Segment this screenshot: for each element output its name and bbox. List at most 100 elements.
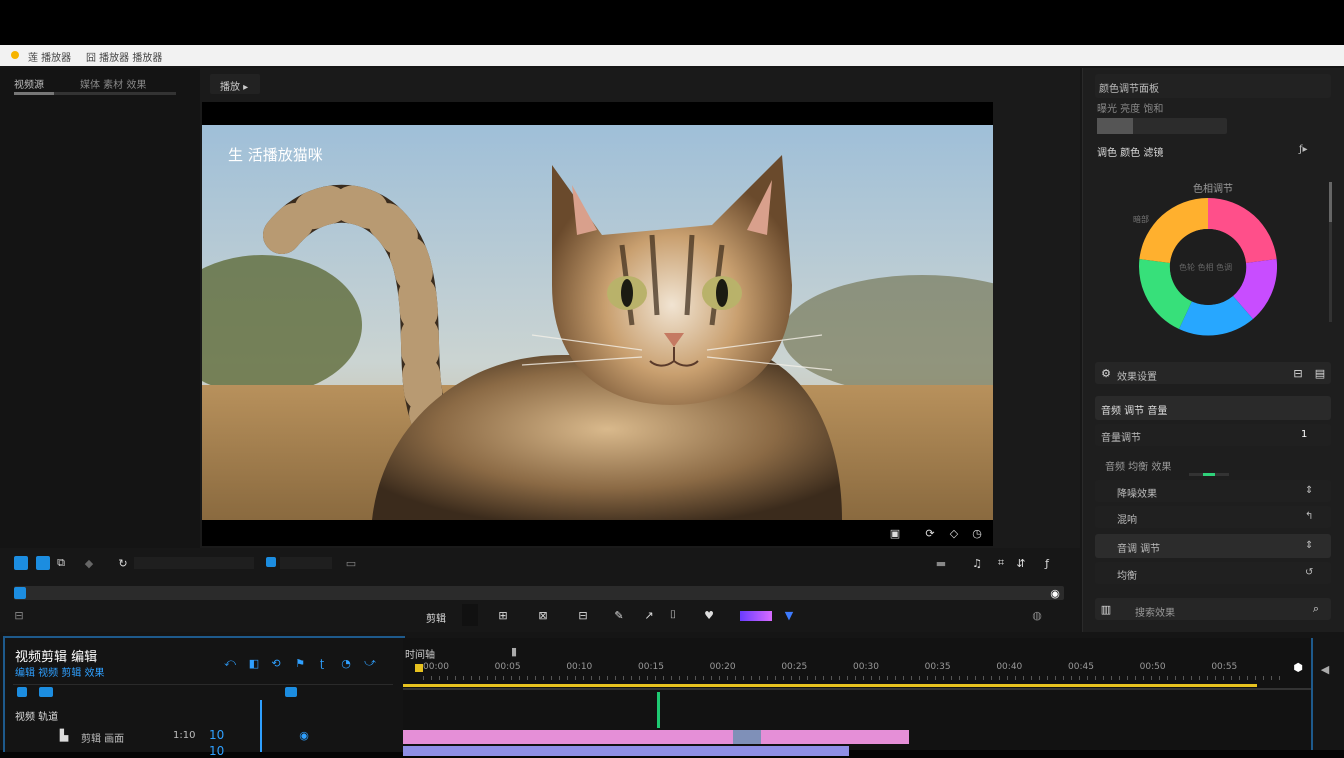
track2-value[interactable]: 10 <box>209 744 224 758</box>
viewer-tab[interactable]: 播放 ▸ <box>210 74 260 94</box>
eq-row-1-icon[interactable]: ⇕ <box>1305 485 1313 496</box>
trim-icon[interactable]: ⊞ <box>496 608 510 622</box>
search-icon[interactable]: ⌕ <box>1309 602 1323 616</box>
audio-clip-1[interactable] <box>403 746 849 756</box>
speed-icon[interactable]: ƒ <box>1040 556 1054 570</box>
track-tool-button[interactable] <box>36 556 50 570</box>
effects-list-icon[interactable]: ⊟ <box>1291 366 1305 380</box>
timeline-title: 视频剪辑 编辑 <box>15 650 98 665</box>
playhead-cursor[interactable] <box>657 692 660 728</box>
ripple-icon[interactable]: ⇵ <box>1014 556 1028 570</box>
info-icon[interactable]: ◍ <box>1030 608 1044 622</box>
settings-icon[interactable]: ⊟ <box>12 608 26 622</box>
eq-row-2-icon[interactable]: ↰ <box>1305 511 1313 522</box>
zoom-handle-icon[interactable]: ⬢ <box>1291 660 1305 674</box>
eq-row-3[interactable]: 音调 调节 ⇕ <box>1095 534 1331 558</box>
track1-eye-icon[interactable]: ◉ <box>297 728 311 742</box>
ruler-tick-label: 00:20 <box>709 662 736 672</box>
viewer-tab-label: 播放 ▸ <box>220 82 249 93</box>
effects-gear-icon: ⚙ <box>1101 366 1111 380</box>
frame-icon[interactable]: ▣ <box>888 526 902 540</box>
keyframe-icon[interactable]: ⟲ <box>269 656 283 670</box>
video-clip-transition[interactable] <box>733 730 761 744</box>
in-point-button[interactable] <box>266 557 276 567</box>
eq-row-3-label: 音调 调节 <box>1117 544 1161 555</box>
speed-ramp-icon[interactable]: ⤻ <box>363 656 377 670</box>
eq-row-4[interactable]: 均衡 ↺ <box>1095 562 1331 584</box>
ruler-tick-label: 00:45 <box>1068 662 1094 672</box>
split-icon[interactable]: ⊠ <box>536 608 550 622</box>
gradient-icon[interactable] <box>740 611 772 621</box>
function-icon[interactable]: ƒ▸ <box>1299 144 1308 155</box>
inspector-dropdown[interactable] <box>1097 118 1227 134</box>
volume-row[interactable]: 音量调节 1 <box>1095 424 1331 446</box>
track-link-button[interactable] <box>39 687 53 697</box>
clip-icon[interactable]: ▭ <box>344 556 358 570</box>
stabilize-icon[interactable]: ⚑ <box>293 656 307 670</box>
diamond-icon[interactable]: ◇ <box>947 526 961 540</box>
track-lock-button[interactable] <box>17 687 27 697</box>
eq-row-4-icon[interactable]: ↺ <box>1305 567 1313 578</box>
track1-value[interactable]: 10 <box>209 728 224 742</box>
text-icon[interactable]: ʈ <box>315 656 329 670</box>
effects-panel-icon[interactable]: ▤ <box>1313 366 1327 380</box>
eq-row-2[interactable]: 混响 ↰ <box>1095 506 1331 528</box>
timeline-tracks[interactable]: 时间轴 ▮ 00:00 00:05 00:10 00:15 00:20 00:25 00:3… <box>403 638 1313 756</box>
eq-row-1[interactable]: 降噪效果 ⇕ <box>1095 480 1331 502</box>
timeline-scrubber[interactable]: ◉ <box>14 586 1064 600</box>
inspector-header: 颜色调节面板 <box>1095 74 1331 98</box>
eq-row-1-label: 降噪效果 <box>1117 489 1157 500</box>
eq-level-bar[interactable] <box>1189 473 1229 476</box>
panel-scrollbar[interactable] <box>1329 182 1332 322</box>
heart-icon[interactable]: ♥ <box>702 608 716 622</box>
ruler-tick-label: 00:35 <box>924 662 951 672</box>
copy-icon[interactable]: ⧉ <box>54 556 68 570</box>
select-tool-button[interactable] <box>14 556 28 570</box>
bookmark-icon[interactable]: ⌷ <box>666 608 680 622</box>
timecode-field[interactable] <box>134 557 254 569</box>
ruler-tick-label: 00:50 <box>1139 662 1166 672</box>
volume-icon[interactable]: ♫ <box>970 556 984 570</box>
media-panel-tabs[interactable]: 媒体 素材 效果 <box>80 76 146 91</box>
video-clip-1[interactable] <box>403 730 909 744</box>
duration-field[interactable] <box>280 557 332 569</box>
timeline-scroll-left-icon[interactable]: ◀ <box>1318 662 1332 676</box>
timer-icon[interactable]: ◔ <box>339 656 353 670</box>
filter-icon[interactable]: ▼ <box>782 608 796 622</box>
transform-icon[interactable]: ⤺ <box>223 656 237 670</box>
ruler-start-icon[interactable] <box>415 664 423 672</box>
media-panel-scroll-thumb[interactable] <box>14 92 54 95</box>
top-black-bar <box>0 0 1344 45</box>
scrubber-end-icon[interactable]: ◉ <box>1048 586 1062 600</box>
ruler-tick-label: 00:10 <box>566 662 593 672</box>
scrubber-start-icon[interactable] <box>14 587 26 599</box>
crop-icon[interactable]: ⊟ <box>576 608 590 622</box>
clock-icon[interactable]: ◷ <box>970 526 984 540</box>
track-active-button[interactable] <box>285 687 297 697</box>
eq-row-3-icon[interactable]: ⇕ <box>1305 540 1313 551</box>
undo-icon[interactable]: ↻ <box>116 556 130 570</box>
panel-scrollbar-thumb[interactable] <box>1329 182 1332 222</box>
marker-flag-icon[interactable]: ▬ <box>934 556 948 570</box>
marker-icon[interactable]: ↗ <box>642 608 656 622</box>
media-panel-scroll[interactable] <box>14 92 176 95</box>
player-controls: ⧉ ◆ ↻ ▭ ▬ ♫ ⌗ ⇵ ƒ ◉ ⊟ 剪辑 ⊞ ⊠ ⊟ ✎ ↗ ⌷ ♥ ▼… <box>0 548 1080 632</box>
ruler-marker-icon[interactable]: ▮ <box>507 644 521 658</box>
inspector-title: 颜色调节面板 <box>1099 84 1159 95</box>
effects-label: 效果设置 <box>1117 372 1157 383</box>
effects-search[interactable]: ▥ 搜索效果 ⌕ <box>1095 598 1331 620</box>
pen-icon[interactable]: ✎ <box>612 608 626 622</box>
mask-icon[interactable]: ◧ <box>247 656 261 670</box>
title-label-2: 囧 播放器 播放器 <box>86 53 163 64</box>
eq-group-label: 音频 均衡 效果 <box>1105 462 1172 473</box>
video-overlay-text: 生 活播放猫咪 <box>228 146 323 164</box>
inspector-dropdown-thumb[interactable] <box>1097 118 1133 134</box>
ruler-tick-label: 00:15 <box>638 662 664 672</box>
eq-level-thumb[interactable] <box>1203 473 1215 476</box>
refresh-icon[interactable]: ⟳ <box>923 526 937 540</box>
effects-row[interactable]: ⚙ 效果设置 ⊟ ▤ <box>1095 362 1331 384</box>
playhead-range[interactable] <box>403 684 1257 687</box>
snap-icon[interactable]: ⌗ <box>994 556 1008 570</box>
link-icon[interactable]: ◆ <box>82 556 96 570</box>
time-ruler[interactable]: 00:00 00:05 00:10 00:15 00:20 00:25 00:30 00:35… <box>423 662 1283 680</box>
